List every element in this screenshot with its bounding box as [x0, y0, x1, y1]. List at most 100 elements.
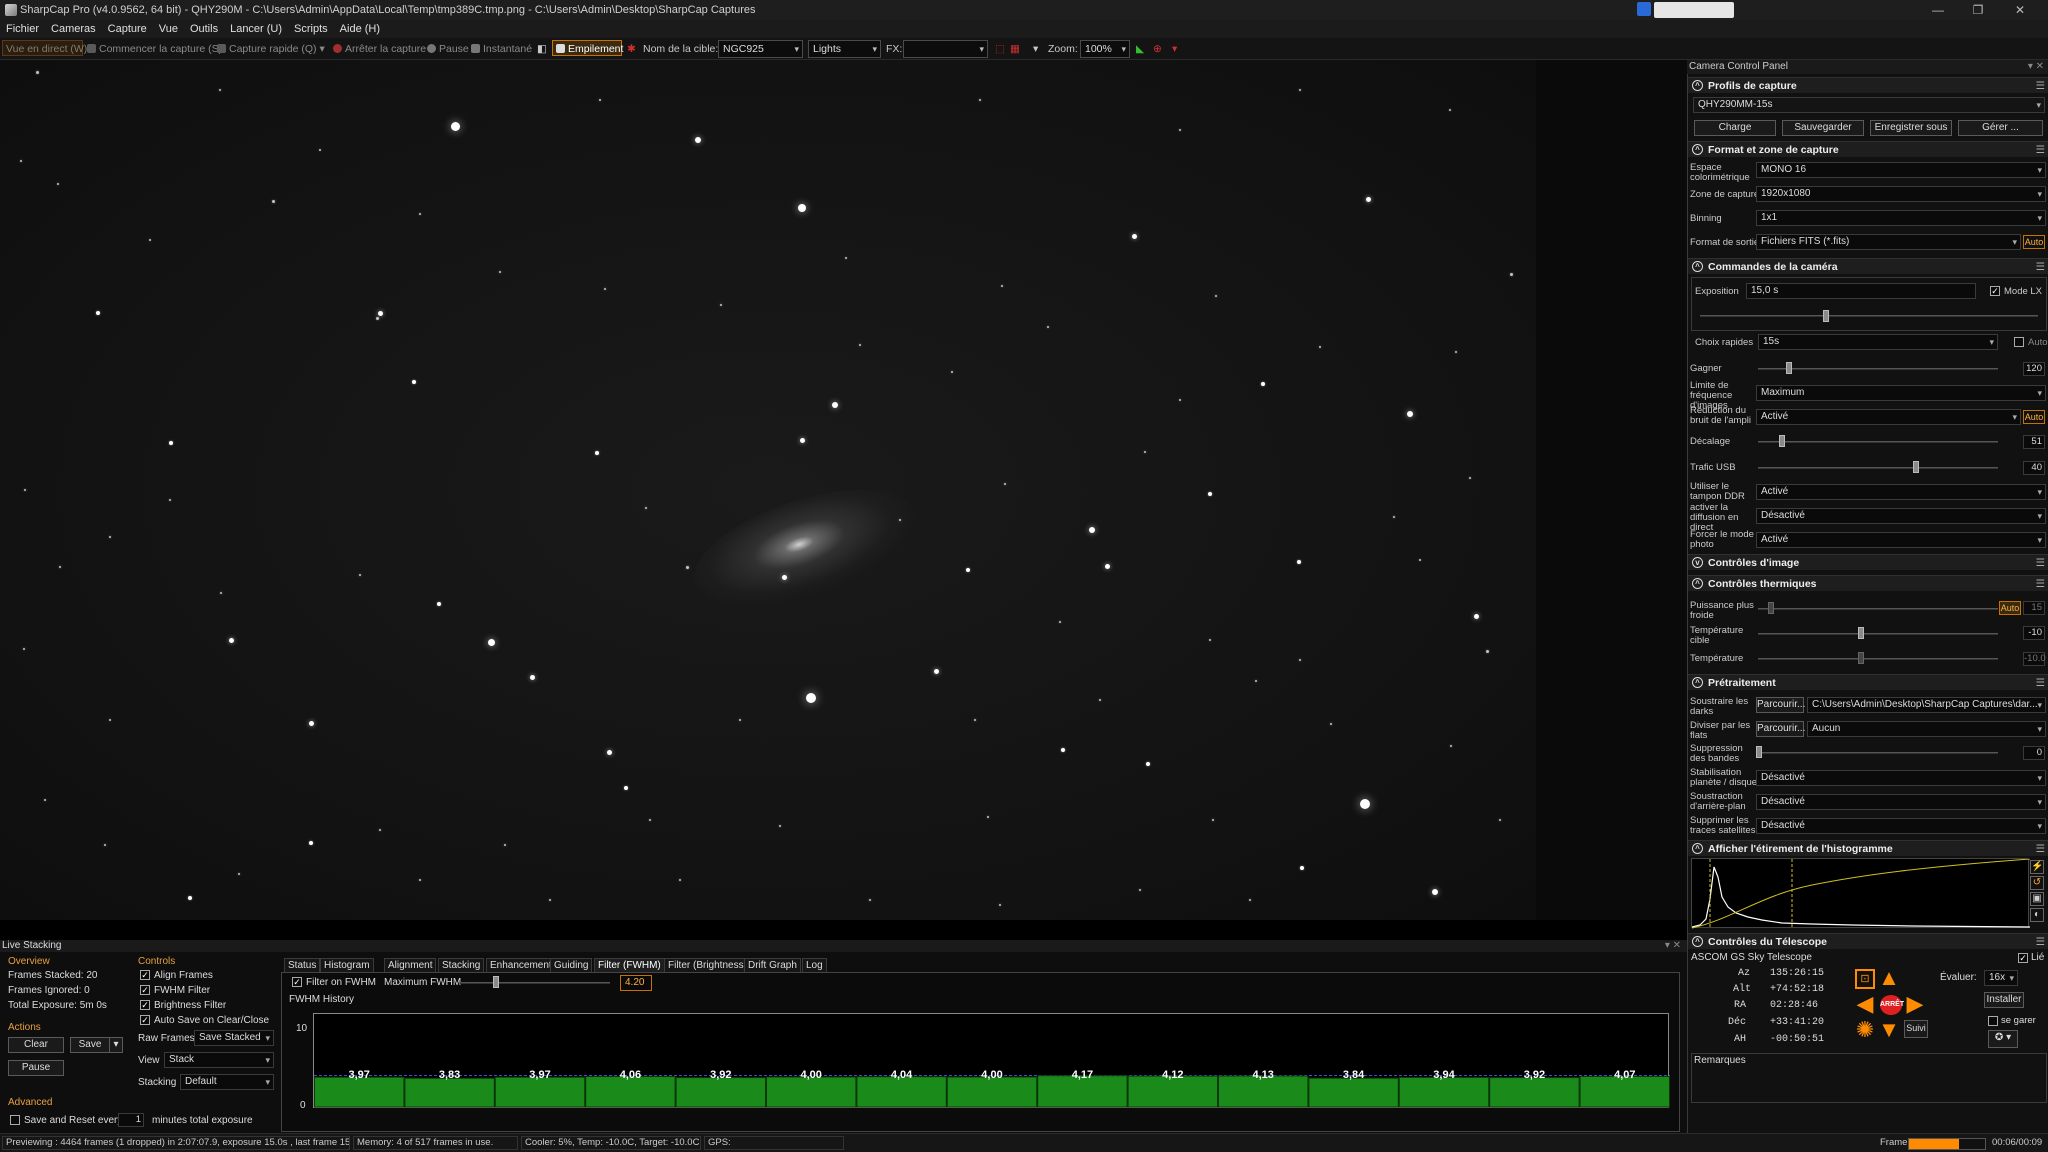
north-arrow-icon[interactable]: ▲	[1878, 967, 1900, 989]
dock-close-icon[interactable]: ▾ ✕	[1665, 940, 1681, 952]
pause-button[interactable]: Pause	[427, 41, 469, 57]
filter-on-fwhm-checkbox[interactable]: ✓	[292, 977, 302, 987]
darks-browse-button[interactable]: Parcourir...	[1756, 697, 1805, 713]
flats-browse-button[interactable]: Parcourir...	[1756, 721, 1805, 737]
capture-area-select[interactable]: 1920x1080	[1756, 186, 2046, 202]
target-temp-track[interactable]	[1758, 633, 1998, 635]
gain-value[interactable]: 120	[2023, 362, 2045, 376]
snapshot-button[interactable]: Instantané	[471, 41, 532, 57]
offset-slider-thumb[interactable]	[1779, 435, 1785, 447]
banding-slider-track[interactable]	[1758, 752, 1998, 754]
pause-stack-button[interactable]: Pause	[8, 1060, 64, 1076]
menu-cameras[interactable]: Cameras	[45, 20, 102, 38]
thermal-header[interactable]: ^ Contrôles thermiques ☰	[1688, 575, 2048, 591]
preprocessing-header[interactable]: ^ Prétraitement ☰	[1688, 674, 2048, 690]
raw-frames-select[interactable]: Save Stacked	[194, 1030, 274, 1046]
stacking-mode-select[interactable]: Default	[180, 1074, 274, 1090]
max-fwhm-track[interactable]	[460, 982, 610, 984]
save-button[interactable]: Save	[70, 1037, 110, 1053]
usb-traffic-value[interactable]: 40	[2023, 461, 2045, 475]
max-fwhm-thumb[interactable]	[493, 976, 499, 988]
reticle-icon[interactable]: ⬚	[995, 41, 1005, 57]
save-profile-button[interactable]: Sauvegarder	[1782, 120, 1864, 136]
zoom-select[interactable]: 100%	[1080, 40, 1130, 58]
grid-icon[interactable]: ▦	[1010, 41, 1020, 57]
clear-button[interactable]: Clear	[8, 1037, 64, 1053]
camera-controls-header[interactable]: ^ Commandes de la caméra ☰	[1688, 258, 2048, 274]
flats-select[interactable]: Aucun	[1807, 721, 2046, 737]
max-fwhm-input[interactable]: 4.20	[620, 975, 652, 991]
start-capture-button[interactable]: Commencer la capture (S)	[87, 41, 222, 57]
save-as-profile-button[interactable]: Enregistrer sous	[1870, 120, 1952, 136]
stretch-reset-icon[interactable]: ↺	[2030, 876, 2044, 890]
quick-auto-checkbox[interactable]	[2014, 337, 2024, 347]
tools-button[interactable]: ✪ ▾	[1988, 1030, 2018, 1048]
colour-space-select[interactable]: MONO 16	[1756, 162, 2046, 178]
menu-fichier[interactable]: Fichier	[0, 20, 45, 38]
quick-choice-select[interactable]: 15s	[1758, 334, 1998, 350]
close-button[interactable]: ✕	[2000, 0, 2040, 20]
rate-select[interactable]: 16x	[1984, 970, 2018, 986]
view-select[interactable]: Stack	[164, 1052, 274, 1068]
tab-alignment[interactable]: Alignment	[384, 958, 437, 972]
lx-mode-checkbox[interactable]: ✓	[1990, 286, 2000, 296]
fps-limit-select[interactable]: Maximum	[1756, 385, 2046, 401]
brightness-filter-checkbox[interactable]: ✓	[140, 1000, 150, 1010]
home-icon[interactable]: ✺	[1854, 1019, 1876, 1041]
east-arrow-icon[interactable]: ▶	[1904, 993, 1926, 1015]
stretch-save-icon[interactable]: ▣	[2030, 892, 2044, 906]
banding-slider-thumb[interactable]	[1756, 746, 1762, 758]
panel-pin-icon[interactable]: ▾ ✕	[2028, 60, 2044, 74]
toolbar-badge-icon[interactable]	[1637, 2, 1651, 16]
gain-slider-thumb[interactable]	[1786, 362, 1793, 374]
live-view-button[interactable]: Vue en direct (W)	[2, 40, 87, 56]
fwhm-filter-checkbox[interactable]: ✓	[140, 985, 150, 995]
fx-select[interactable]	[903, 40, 988, 58]
output-auto-button[interactable]: Auto	[2023, 235, 2045, 249]
camera-preview[interactable]	[0, 60, 1536, 920]
cooler-auto-button[interactable]: Auto	[1999, 601, 2021, 615]
zoom-dropdown-icon[interactable]: ▾	[1033, 41, 1038, 57]
image-controls-header[interactable]: v Contrôles d'image ☰	[1688, 554, 2048, 570]
stabilisation-select[interactable]: Désactivé	[1756, 770, 2046, 786]
satellite-trails-select[interactable]: Désactivé	[1756, 818, 2046, 834]
frame-type-select[interactable]: Lights	[808, 40, 881, 58]
histogram-icon[interactable]: ◣	[1136, 41, 1144, 57]
profile-select[interactable]: QHY290MM-15s	[1693, 97, 2045, 113]
save-reset-minutes[interactable]: 1	[118, 1113, 144, 1127]
maximize-button[interactable]: ❐	[1958, 0, 1998, 20]
west-arrow-icon[interactable]: ◀	[1854, 993, 1876, 1015]
stretch-mode-icon[interactable]: ◐	[2030, 908, 2044, 922]
tab-filter-brightness[interactable]: Filter (Brightness)	[664, 958, 751, 972]
gain-slider-track[interactable]	[1758, 368, 1998, 370]
menu-aide[interactable]: Aide (H)	[334, 20, 386, 38]
target-temp-value[interactable]: -10	[2023, 626, 2045, 640]
noise-reduction-select[interactable]: Activé	[1756, 409, 2021, 425]
more-icon[interactable]: ▾	[1172, 41, 1177, 57]
banding-value[interactable]: 0	[2023, 746, 2045, 760]
binning-select[interactable]: 1x1	[1756, 210, 2046, 226]
align-frames-checkbox[interactable]: ✓	[140, 970, 150, 980]
tab-log[interactable]: Log	[802, 958, 827, 972]
menu-vue[interactable]: Vue	[153, 20, 184, 38]
histogram-header[interactable]: ^ Afficher l'étirement de l'histogramme ☰	[1688, 840, 2048, 856]
target-name-input[interactable]: NGC925	[718, 40, 803, 58]
remote-bar[interactable]	[1654, 2, 1734, 18]
exposure-input[interactable]: 15,0 s	[1746, 283, 1976, 299]
tab-drift-graph[interactable]: Drift Graph	[744, 958, 801, 972]
tab-filter-fwhm[interactable]: Filter (FWHM)	[594, 958, 665, 972]
display-icon[interactable]: ◧	[537, 41, 550, 57]
offset-value[interactable]: 51	[2023, 435, 2045, 449]
usb-slider-track[interactable]	[1758, 467, 1998, 469]
stream-select[interactable]: Désactivé	[1756, 508, 2046, 524]
offset-slider-track[interactable]	[1758, 441, 1998, 443]
histogram-display[interactable]	[1691, 858, 2031, 929]
quick-capture-button[interactable]: Capture rapide (Q) ▾	[217, 41, 325, 57]
profiles-section-header[interactable]: ^ Profils de capture ☰	[1688, 77, 2048, 93]
install-button[interactable]: Installer	[1984, 992, 2024, 1008]
menu-capture[interactable]: Capture	[102, 20, 153, 38]
exposure-slider-thumb[interactable]	[1823, 310, 1829, 322]
telescope-linked-checkbox[interactable]: ✓	[2018, 953, 2028, 963]
stop-capture-button[interactable]: Arrêter la capture	[333, 41, 426, 57]
focus-icon[interactable]: ⊕	[1153, 41, 1162, 57]
